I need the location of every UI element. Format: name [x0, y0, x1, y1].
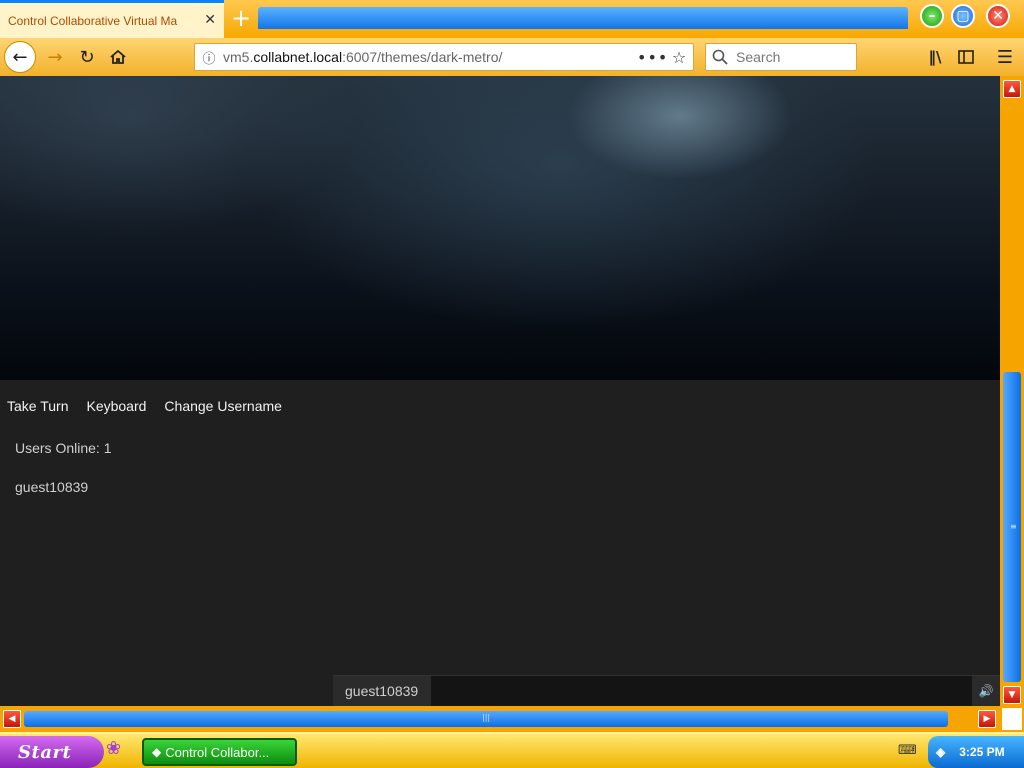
- network-icon[interactable]: ◈: [936, 745, 945, 759]
- menu-button[interactable]: ☰: [990, 42, 1020, 72]
- horizontal-scrollbar[interactable]: ◀ ||| ▶: [0, 706, 1000, 732]
- forward-arrow-icon: →: [47, 46, 63, 68]
- back-arrow-icon: ←: [12, 46, 28, 68]
- reload-button[interactable]: ↻: [72, 42, 102, 72]
- vertical-scroll-thumb[interactable]: ≡: [1003, 372, 1021, 682]
- sidebar-icon: [958, 50, 974, 64]
- chat-username: guest10839: [333, 675, 431, 706]
- forward-button[interactable]: →: [40, 42, 70, 72]
- library-icon: ‖\: [928, 48, 942, 66]
- users-online-count: Users Online: 1: [15, 440, 112, 456]
- search-box[interactable]: [705, 43, 857, 71]
- grip-icon: ≡: [1010, 522, 1017, 531]
- sidebar-button[interactable]: [951, 42, 981, 72]
- change-username-link[interactable]: Change Username: [164, 398, 282, 414]
- tab-strip: Control Collaborative Virtual Ma ✕ + – ▢…: [0, 0, 1024, 38]
- url-bar[interactable]: ⓘ vm5.collabnet.local:6007/themes/dark-m…: [194, 43, 694, 71]
- user-list-item: guest10839: [15, 479, 89, 495]
- page-actions-icon[interactable]: •••: [637, 48, 667, 67]
- chat-input[interactable]: [431, 675, 972, 706]
- home-button[interactable]: [103, 42, 133, 72]
- library-button[interactable]: ‖\: [920, 42, 950, 72]
- taskbar: Start ❀ ◆ Control Collabor... ⌨ ◈ 3:25 P…: [0, 732, 1024, 768]
- close-window-button[interactable]: ✕: [986, 4, 1010, 28]
- navigation-toolbar: ← → ↻ ⓘ vm5.collabnet.local:6007/themes/…: [0, 38, 1024, 76]
- maximize-button[interactable]: ▢: [951, 4, 975, 28]
- clock[interactable]: 3:25 PM: [959, 745, 1004, 759]
- title-bar: [258, 7, 908, 29]
- taskbar-item-label: Control Collabor...: [165, 744, 270, 760]
- hamburger-menu-icon: ☰: [996, 46, 1014, 68]
- app-icon: ◆: [152, 745, 162, 759]
- take-turn-link[interactable]: Take Turn: [7, 398, 68, 414]
- new-tab-button[interactable]: +: [227, 4, 255, 32]
- scroll-up-arrow-icon[interactable]: ▲: [1003, 80, 1021, 98]
- scrollbar-corner: [1000, 706, 1024, 732]
- system-tray: ◈ 3:25 PM: [928, 736, 1024, 768]
- grip-icon: |||: [482, 713, 491, 722]
- start-decoration-icon: ❀: [106, 738, 122, 759]
- vm-screen[interactable]: [0, 76, 1000, 380]
- horizontal-scroll-thumb[interactable]: |||: [24, 711, 948, 727]
- vertical-scrollbar[interactable]: ▲ ≡ ▼: [1000, 76, 1024, 706]
- page-viewport: Take Turn Keyboard Change Username Users…: [0, 76, 1000, 706]
- vm-menu: Take Turn Keyboard Change Username: [7, 398, 282, 414]
- search-icon: [712, 49, 728, 65]
- url-host: collabnet.local: [253, 49, 343, 65]
- tab-close-icon[interactable]: ✕: [204, 12, 216, 28]
- minimize-button[interactable]: –: [920, 4, 944, 28]
- url-path: :6007/themes/dark-metro/: [342, 49, 503, 65]
- volume-icon[interactable]: 🔊: [972, 675, 1000, 706]
- url-prefix: vm5.: [223, 49, 254, 65]
- chat-bar: guest10839 🔊: [333, 675, 1000, 706]
- search-input[interactable]: [736, 49, 846, 65]
- scroll-left-arrow-icon[interactable]: ◀: [3, 710, 21, 728]
- back-button[interactable]: ←: [4, 41, 36, 73]
- info-icon[interactable]: ⓘ: [195, 48, 223, 67]
- bookmark-star-icon[interactable]: ☆: [665, 48, 693, 67]
- scroll-right-arrow-icon[interactable]: ▶: [978, 710, 996, 728]
- keyboard-link[interactable]: Keyboard: [86, 398, 146, 414]
- tray-keyboard-icon[interactable]: ⌨: [898, 743, 917, 758]
- url-text[interactable]: vm5.collabnet.local:6007/themes/dark-met…: [223, 49, 637, 65]
- tab-title: Control Collaborative Virtual Ma: [8, 13, 178, 28]
- home-icon: [110, 49, 126, 64]
- taskbar-item-browser[interactable]: ◆ Control Collabor...: [142, 738, 297, 766]
- scroll-down-arrow-icon[interactable]: ▼: [1003, 686, 1021, 704]
- tab-active[interactable]: Control Collaborative Virtual Ma ✕: [0, 0, 224, 38]
- start-button[interactable]: Start: [0, 736, 104, 768]
- reload-icon: ↻: [79, 46, 95, 68]
